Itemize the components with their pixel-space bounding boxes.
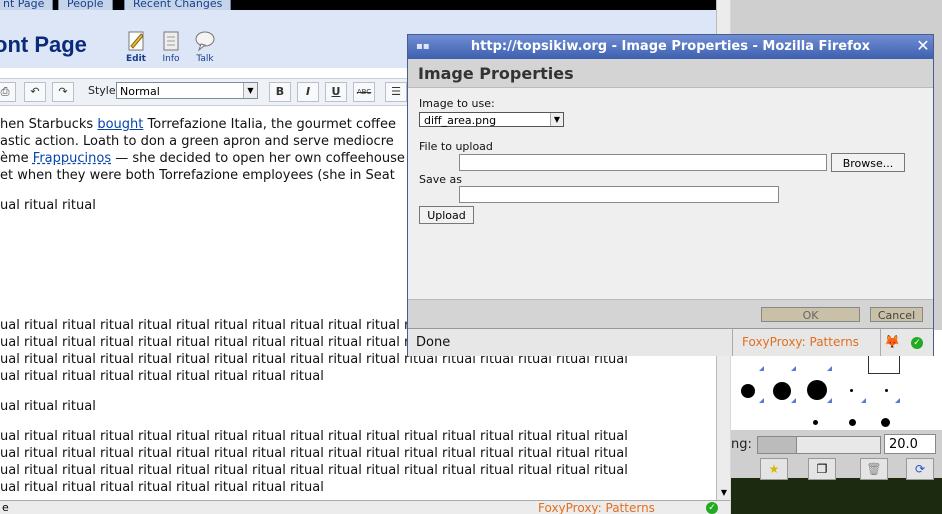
body-line: hen Starbucks bought Torrefazione Italia… <box>0 117 397 132</box>
editor-foxyproxy-status[interactable]: FoxyProxy: Patterns <box>538 501 655 514</box>
brush-marker-icon <box>791 366 796 371</box>
brush-dot[interactable] <box>849 419 856 426</box>
talk-icon <box>195 31 215 52</box>
brush-dot[interactable] <box>881 418 890 427</box>
dialog-foxyproxy-status[interactable]: FoxyProxy: Patterns <box>742 335 859 349</box>
status-divider <box>732 329 733 356</box>
header-talk[interactable]: Talk <box>185 30 225 64</box>
browse-button[interactable]: Browse... <box>831 153 905 172</box>
brush-marker-icon <box>791 398 796 403</box>
brush-dot[interactable] <box>807 380 827 400</box>
upload-button[interactable]: Upload <box>419 206 474 224</box>
print-button[interactable]: ⎙ <box>0 82 16 102</box>
image-to-use-select[interactable]: diff_area.png ▼ <box>419 112 564 127</box>
brush-dot[interactable] <box>850 389 853 392</box>
refresh-brushes-button[interactable]: ⟳ <box>906 458 934 480</box>
brush-dot[interactable] <box>773 382 791 400</box>
file-to-upload-label: File to upload <box>419 140 493 153</box>
brush-marker-icon <box>827 366 832 371</box>
check-icon: ✓ <box>706 502 718 514</box>
header-edit-label: Edit <box>126 54 146 64</box>
brush-marker-icon <box>759 398 764 403</box>
body-line: ual ritual ritual ritual ritual ritual r… <box>0 446 628 461</box>
spacing-slider[interactable] <box>757 436 881 454</box>
foxyproxy-fox-icon[interactable]: 🦊 <box>884 335 900 350</box>
dialog-window-title: http://topsikiw.org - Image Properties -… <box>470 39 871 54</box>
style-label: Style <box>88 84 116 97</box>
body-line: ual ritual ritual ritual ritual ritual r… <box>0 480 324 495</box>
duplicate-brush-button[interactable]: ❐ <box>808 458 836 480</box>
info-icon <box>163 31 179 51</box>
header-edit[interactable]: Edit <box>116 30 156 64</box>
dialog-titlebar[interactable]: http://topsikiw.org - Image Properties -… <box>408 35 933 59</box>
spacing-label: ng: <box>731 437 752 452</box>
style-select-value: Normal <box>120 85 160 98</box>
body-line: ual ritual ritual ritual ritual ritual r… <box>0 335 435 350</box>
brush-marker-icon <box>895 398 900 403</box>
link-frappucinos[interactable]: Frappucinos <box>33 151 111 166</box>
brush-marker-icon <box>861 398 866 403</box>
brush-dot[interactable] <box>741 384 755 398</box>
header-talk-label: Talk <box>196 54 214 64</box>
link-bought[interactable]: bought <box>97 117 143 132</box>
slider-knob[interactable] <box>758 437 797 453</box>
brush-dot[interactable] <box>813 420 818 425</box>
new-brush-button[interactable]: ★ <box>760 458 788 480</box>
chevron-down-icon: ▼ <box>550 113 563 126</box>
style-select[interactable]: Normal ▼ <box>116 82 258 99</box>
page-title: ont Page <box>0 32 87 57</box>
top-tab-bar: nt Page People Recent Changes <box>0 0 730 12</box>
editor-status-text: e <box>2 501 9 514</box>
delete-brush-button[interactable]: 🗑 <box>860 458 888 480</box>
italic-button[interactable]: I <box>297 82 319 102</box>
close-icon[interactable]: ✕ <box>915 38 931 54</box>
canvas-preview <box>731 478 942 514</box>
bold-button[interactable]: B <box>269 82 291 102</box>
redo-button[interactable]: ↷ <box>52 82 74 102</box>
body-line: et when they were both Torrefazione empl… <box>0 168 395 183</box>
dialog-header: Image Properties <box>408 59 933 88</box>
chevron-down-icon: ▼ <box>243 83 257 98</box>
header-info-label: Info <box>162 54 180 64</box>
copy-icon: ❐ <box>816 462 828 476</box>
save-as-label: Save as <box>419 173 462 186</box>
cancel-button[interactable]: Cancel <box>870 307 923 322</box>
dialog-button-bar: OK Cancel <box>408 299 933 328</box>
body-line: ual ritual ritual <box>0 198 96 213</box>
dialog-status-bar: Done FoxyProxy: Patterns 🦊 ✓ <box>408 328 933 356</box>
status-divider <box>880 329 881 356</box>
undo-button[interactable]: ↶ <box>24 82 46 102</box>
file-to-upload-input[interactable] <box>459 154 827 171</box>
list-button[interactable]: ☰ <box>385 82 407 102</box>
body-line: ual ritual ritual ritual ritual ritual r… <box>0 369 324 384</box>
trash-icon: 🗑 <box>866 462 882 476</box>
check-icon: ✓ <box>911 337 923 349</box>
image-to-use-value: diff_area.png <box>424 114 497 127</box>
refresh-icon: ⟳ <box>914 462 926 476</box>
body-line: ual ritual ritual ritual ritual ritual r… <box>0 429 628 444</box>
star-icon: ★ <box>768 462 780 476</box>
body-line: ual ritual ritual ritual ritual ritual r… <box>0 318 435 333</box>
body-line: ual ritual ritual <box>0 399 96 414</box>
dialog-status-text: Done <box>416 335 451 350</box>
image-to-use-label: Image to use: <box>419 97 495 110</box>
body-line: ual ritual ritual ritual ritual ritual r… <box>0 463 628 478</box>
strikethrough-button[interactable]: ABC <box>353 82 375 102</box>
save-as-input[interactable] <box>459 186 779 203</box>
spacing-value-input[interactable]: 20.0 <box>884 434 936 454</box>
brush-marker-icon <box>759 366 764 371</box>
scroll-down-icon[interactable]: ▼ <box>717 486 730 500</box>
brush-dot[interactable] <box>885 389 888 392</box>
ok-button[interactable]: OK <box>761 307 860 322</box>
dialog-heading: Image Properties <box>418 64 574 83</box>
body-line: ème Frappucinos — she decided to open he… <box>0 151 405 166</box>
image-properties-dialog: http://topsikiw.org - Image Properties -… <box>407 34 934 356</box>
body-line: astic action. Loath to don a green apron… <box>0 134 394 149</box>
window-menu-icon[interactable]: ▪▪ <box>416 41 430 52</box>
underline-button[interactable]: U <box>325 82 347 102</box>
edit-icon <box>128 31 144 51</box>
editor-status-bar: e FoxyProxy: Patterns ✓ <box>0 500 730 514</box>
brush-marker-icon <box>827 398 832 403</box>
